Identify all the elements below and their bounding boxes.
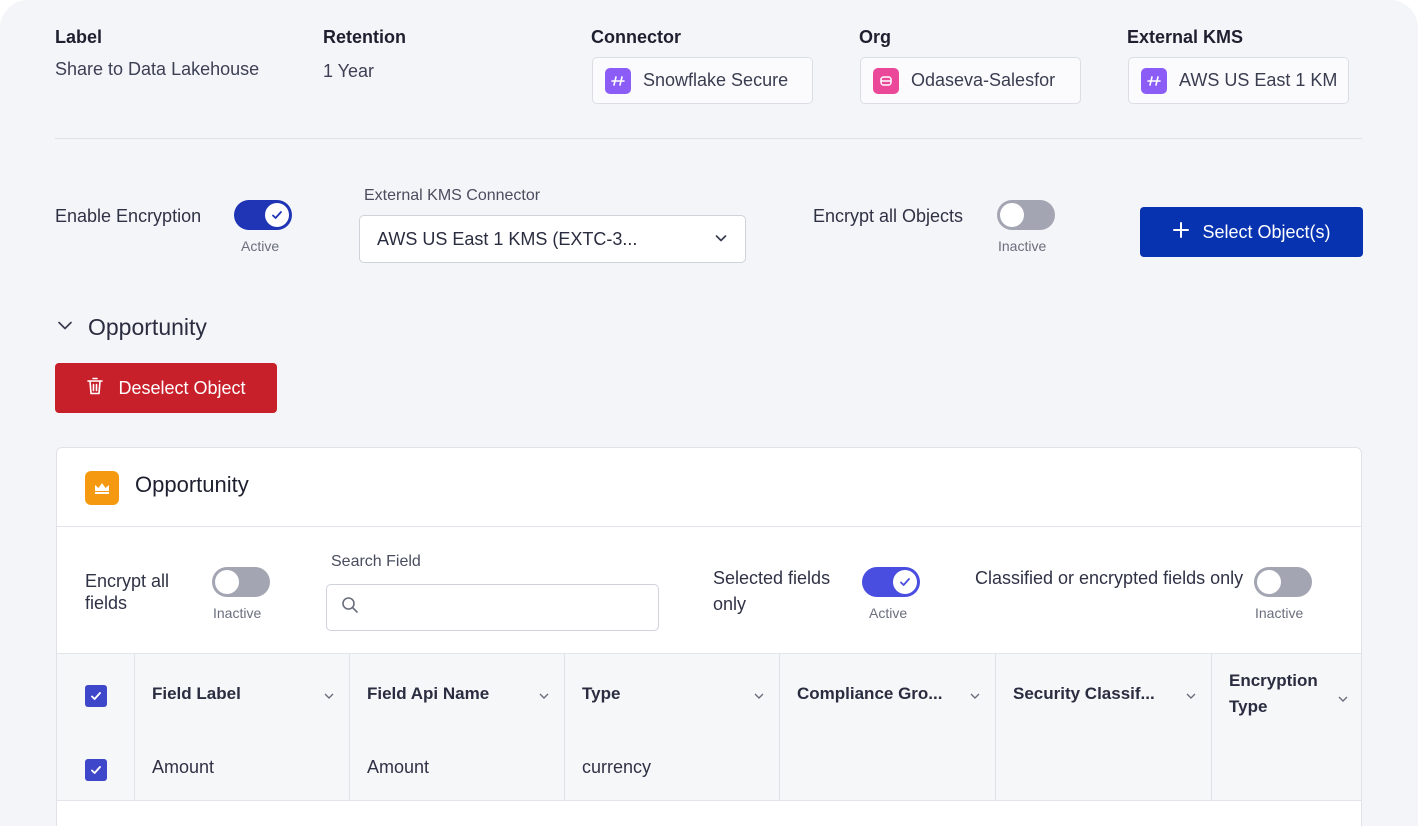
encrypt-all-objects-label: Encrypt all Objects bbox=[813, 206, 964, 226]
deselect-object-label: Deselect Object bbox=[118, 377, 246, 398]
object-card-header: Opportunity bbox=[57, 448, 1361, 527]
section-toggle[interactable]: Opportunity bbox=[56, 314, 207, 341]
chevron-down-icon bbox=[714, 229, 728, 250]
app-frame: Label Share to Data Lakehouse Retention … bbox=[0, 0, 1418, 826]
check-icon bbox=[893, 570, 917, 594]
column-header-type[interactable]: Type bbox=[582, 654, 779, 734]
encrypt-all-objects-toggle[interactable] bbox=[997, 200, 1055, 230]
column-header-encryption-type[interactable]: Encryption Type bbox=[1229, 654, 1361, 734]
select-all-checkbox[interactable] bbox=[85, 685, 107, 707]
column-header-compliance-group[interactable]: Compliance Gro... bbox=[797, 654, 995, 734]
chevron-down-icon bbox=[753, 687, 765, 707]
chevron-down-icon bbox=[323, 687, 335, 707]
connector-icon bbox=[1141, 67, 1167, 94]
connector-icon bbox=[605, 67, 631, 94]
external-kms-value: AWS US East 1 KM bbox=[1179, 70, 1338, 90]
retention-title: Retention bbox=[323, 27, 406, 47]
cell-type: currency bbox=[582, 757, 652, 777]
search-field[interactable] bbox=[326, 584, 659, 631]
enable-encryption-state: Active bbox=[241, 238, 280, 254]
kms-connector-select[interactable]: AWS US East 1 KMS (EXTC-3... bbox=[359, 215, 746, 263]
section-divider bbox=[55, 138, 1362, 139]
selected-fields-only-label: Selected fields only bbox=[713, 568, 831, 614]
label-title: Label bbox=[55, 27, 103, 47]
chevron-down-icon bbox=[56, 316, 74, 339]
cell-field-api-name: Amount bbox=[367, 757, 430, 777]
selected-fields-only-state: Active bbox=[869, 605, 908, 621]
chevron-down-icon bbox=[1185, 687, 1197, 707]
connector-value: Snowflake Secure bbox=[643, 70, 789, 90]
deselect-object-button[interactable]: Deselect Object bbox=[55, 363, 277, 413]
column-header-security-classification[interactable]: Security Classif... bbox=[1013, 654, 1211, 734]
object-card: Opportunity Encrypt all fields Inactive … bbox=[56, 447, 1362, 826]
chevron-down-icon bbox=[538, 687, 550, 707]
select-objects-button[interactable]: Select Object(s) bbox=[1140, 207, 1363, 257]
connector-chip[interactable]: Snowflake Secure bbox=[592, 57, 813, 104]
section-title: Opportunity bbox=[88, 314, 207, 340]
enable-encryption-toggle[interactable] bbox=[234, 200, 292, 230]
kms-connector-label: External KMS Connector bbox=[364, 187, 541, 204]
retention-value: 1 Year bbox=[323, 61, 375, 81]
encrypt-all-fields-toggle[interactable] bbox=[212, 567, 270, 597]
org-title: Org bbox=[859, 27, 892, 47]
kms-connector-value: AWS US East 1 KMS (EXTC-3... bbox=[377, 228, 638, 249]
search-input[interactable] bbox=[367, 598, 644, 617]
check-icon bbox=[265, 203, 289, 227]
selected-fields-only-toggle[interactable] bbox=[862, 567, 920, 597]
classified-fields-only-toggle[interactable] bbox=[1254, 567, 1312, 597]
search-icon bbox=[341, 596, 359, 619]
cell-field-label: Amount bbox=[152, 757, 215, 777]
encrypt-all-objects-state: Inactive bbox=[998, 238, 1047, 254]
chevron-down-icon bbox=[1337, 687, 1349, 713]
connector-title: Connector bbox=[591, 27, 681, 47]
external-kms-chip[interactable]: AWS US East 1 KM bbox=[1128, 57, 1349, 104]
search-field-label: Search Field bbox=[331, 553, 421, 570]
trash-icon bbox=[86, 376, 104, 401]
org-chip[interactable]: Odaseva-Salesfor bbox=[860, 57, 1081, 104]
column-header-field-label[interactable]: Field Label bbox=[152, 654, 349, 734]
enable-encryption-label: Enable Encryption bbox=[55, 206, 202, 226]
database-icon bbox=[873, 67, 899, 94]
external-kms-title: External KMS bbox=[1127, 27, 1244, 47]
label-value: Share to Data Lakehouse bbox=[55, 59, 260, 79]
encrypt-all-fields-label: Encrypt all fields bbox=[85, 571, 170, 613]
chevron-down-icon bbox=[969, 687, 981, 707]
org-value: Odaseva-Salesfor bbox=[911, 70, 1056, 90]
select-objects-label: Select Object(s) bbox=[1202, 221, 1331, 242]
classified-fields-only-label: Classified or encrypted fields only bbox=[975, 568, 1244, 588]
object-card-title: Opportunity bbox=[135, 472, 249, 497]
crown-icon bbox=[85, 471, 119, 505]
plus-icon bbox=[1172, 221, 1190, 244]
fields-table: Field Label Field Api Name Type Complian… bbox=[57, 653, 1361, 801]
classified-fields-only-state: Inactive bbox=[1255, 605, 1304, 621]
row-checkbox[interactable] bbox=[85, 759, 107, 781]
encrypt-all-fields-state: Inactive bbox=[213, 605, 262, 621]
column-header-field-api-name[interactable]: Field Api Name bbox=[367, 654, 564, 734]
